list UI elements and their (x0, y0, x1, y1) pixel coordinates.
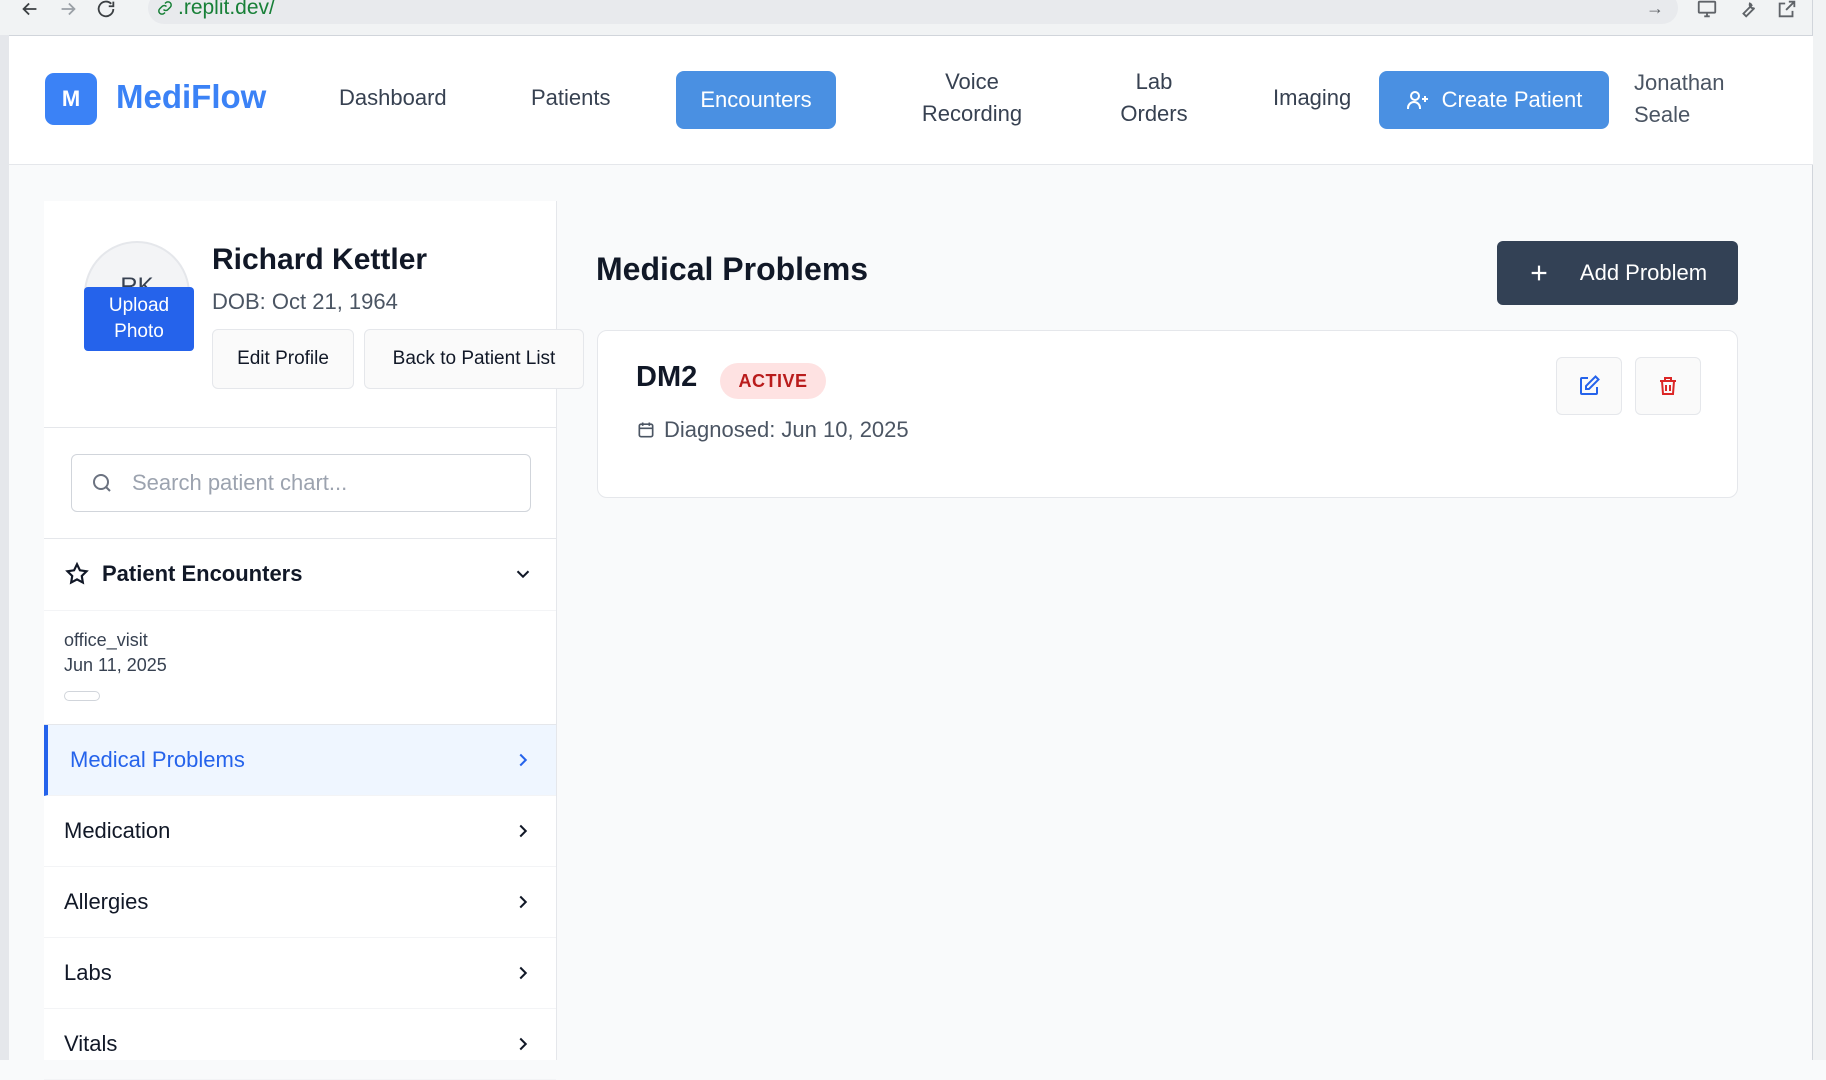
url-domain: .replit.dev/ (178, 0, 275, 19)
monitor-icon[interactable] (1692, 0, 1722, 24)
patient-encounters-header[interactable]: Patient Encounters (44, 538, 556, 611)
back-to-patient-list-button[interactable]: Back to Patient List (364, 329, 584, 389)
chevron-right-icon (512, 820, 534, 842)
search-input[interactable] (130, 469, 514, 497)
app-name[interactable]: MediFlow (116, 78, 266, 116)
edit-profile-button[interactable]: Edit Profile (212, 329, 354, 389)
section-label: Allergies (64, 889, 149, 914)
section-label: Medication (64, 818, 171, 843)
calendar-icon (636, 420, 656, 440)
window-scrollbar[interactable] (1812, 0, 1826, 1060)
user-first-name: Jonathan (1634, 70, 1725, 95)
upload-photo-button[interactable]: Upload Photo (84, 287, 194, 351)
nav-lab-label-2: Orders (1120, 101, 1188, 126)
section-label: Medical Problems (70, 747, 245, 772)
section-labs[interactable]: Labs (44, 938, 556, 1009)
patient-encounters-title: Patient Encounters (102, 561, 303, 586)
nav-voice-label-2: Recording (921, 101, 1023, 126)
trash-icon (1656, 374, 1680, 398)
page-left-edge (0, 35, 9, 1060)
patient-dob: DOB: Oct 21, 1964 (212, 289, 398, 314)
create-patient-label: Create Patient (1441, 87, 1583, 112)
chevron-right-icon (512, 891, 534, 913)
section-vitals[interactable]: Vitals (44, 1009, 556, 1080)
status-badge: ACTIVE (720, 363, 826, 399)
reload-icon[interactable] (88, 0, 124, 24)
user-last-name: Seale (1634, 102, 1691, 127)
star-icon (64, 561, 90, 587)
browser-toolbar: .replit.dev/ → (0, 0, 1826, 36)
encounter-type: office_visit (64, 630, 148, 650)
edit-problem-button[interactable] (1556, 357, 1622, 415)
diagnosed-date: Diagnosed: Jun 10, 2025 (664, 417, 909, 442)
add-problem-label: Add Problem (1579, 260, 1708, 285)
app-header: M MediFlow Dashboard Patients Encounters… (9, 36, 1813, 165)
encounter-item[interactable]: office_visit Jun 11, 2025 (64, 628, 167, 678)
user-plus-icon (1406, 88, 1430, 112)
patient-profile-card: RK Upload Photo Richard Kettler DOB: Oct… (44, 201, 584, 428)
diagnosed-date-row: Diagnosed: Jun 10, 2025 (636, 417, 909, 443)
nav-lab-orders[interactable]: Lab Orders (1114, 66, 1194, 130)
chevron-down-icon[interactable] (512, 563, 534, 585)
section-medication[interactable]: Medication (44, 796, 556, 867)
plus-icon (1528, 262, 1550, 284)
upload-label-1: Upload (108, 295, 170, 316)
nav-imaging[interactable]: Imaging (1273, 82, 1351, 114)
section-allergies[interactable]: Allergies (44, 867, 556, 938)
patient-sidebar: RK Upload Photo Richard Kettler DOB: Oct… (44, 201, 584, 1080)
add-problem-button[interactable]: Add Problem (1497, 241, 1738, 305)
nav-lab-label-1: Lab (1135, 69, 1173, 94)
search-icon (90, 471, 114, 495)
section-medical-problems[interactable]: Medical Problems (44, 725, 556, 796)
wrench-icon[interactable] (1733, 0, 1763, 24)
logo-badge[interactable]: M (45, 73, 97, 125)
encounter-date: Jun 11, 2025 (64, 655, 167, 675)
section-label: Vitals (64, 1031, 118, 1056)
create-patient-button[interactable]: Create Patient (1379, 71, 1609, 129)
upload-label-2: Photo (114, 321, 164, 342)
nav-voice-label-1: Voice (945, 69, 999, 94)
delete-problem-button[interactable] (1635, 357, 1701, 415)
address-bar[interactable]: .replit.dev/ → (148, 0, 1678, 24)
link-icon (156, 0, 174, 17)
nav-patients[interactable]: Patients (531, 82, 611, 114)
chevron-right-icon (512, 749, 534, 771)
user-menu[interactable]: Jonathan Seale (1634, 67, 1725, 131)
page-title: Medical Problems (596, 251, 869, 287)
nav-encounters[interactable]: Encounters (676, 71, 836, 129)
external-link-icon[interactable] (1772, 0, 1802, 24)
patient-name: Richard Kettler (212, 243, 428, 276)
section-label: Labs (64, 960, 112, 985)
nav-voice-recording[interactable]: Voice Recording (907, 66, 1037, 130)
chevron-right-icon (512, 962, 534, 984)
forward-arrow-icon[interactable] (50, 0, 86, 24)
problem-card: DM2 ACTIVE Diagnosed: Jun 10, 2025 (597, 330, 1738, 498)
chart-search (71, 454, 531, 512)
chevron-right-icon (512, 1033, 534, 1055)
edit-icon (1577, 374, 1601, 398)
url-go-arrow-icon[interactable]: → (1646, 0, 1664, 19)
back-arrow-icon[interactable] (12, 0, 48, 24)
encounter-status-pill (64, 691, 100, 701)
problem-name: DM2 (636, 361, 698, 393)
nav-dashboard[interactable]: Dashboard (339, 82, 447, 114)
